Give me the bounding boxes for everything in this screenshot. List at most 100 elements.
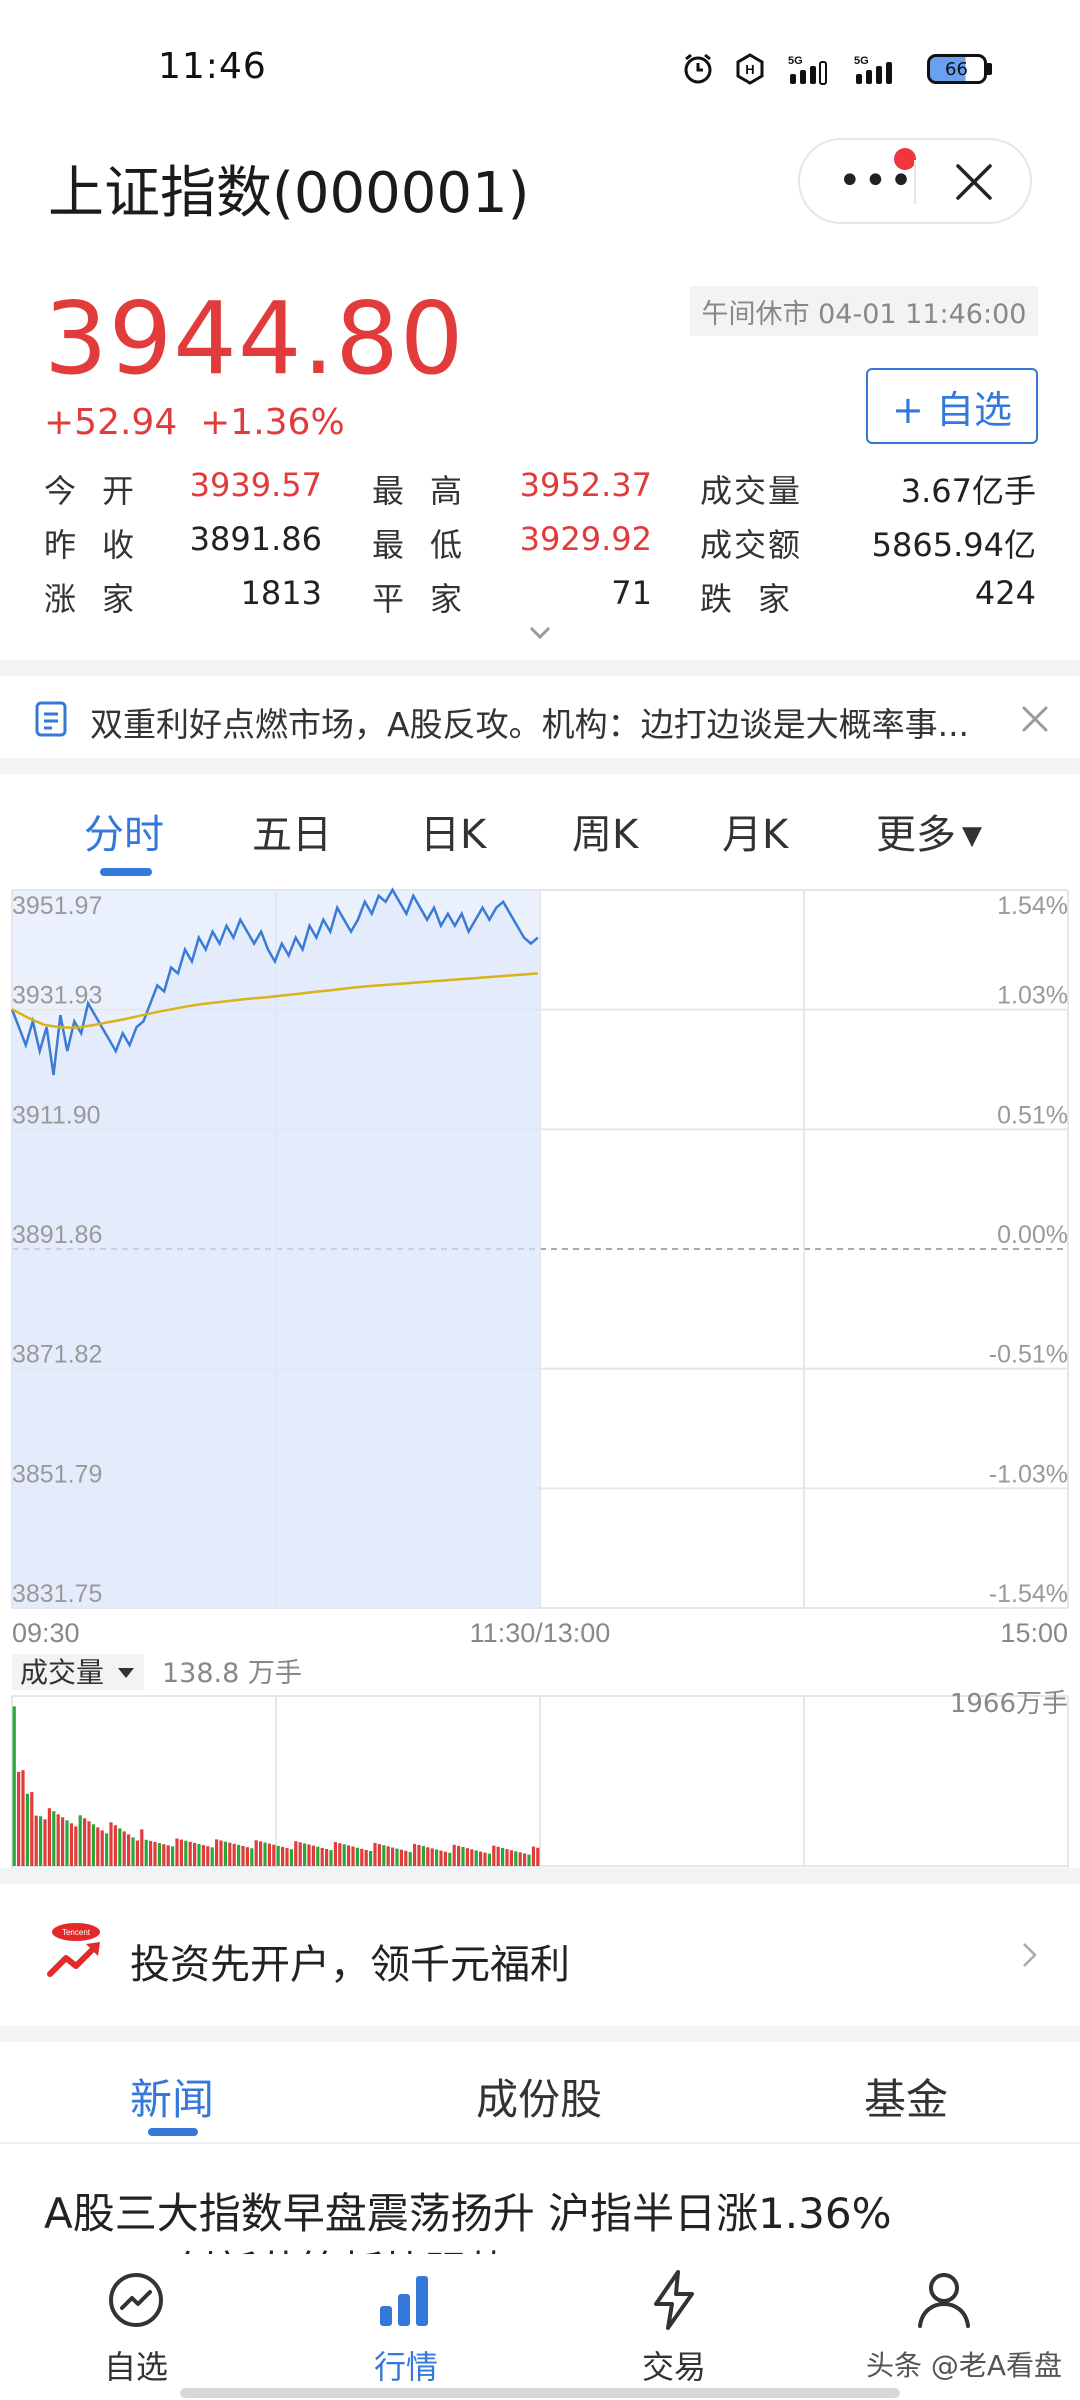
volume-bar bbox=[342, 1844, 346, 1866]
status-bar: 11:46 H 5G 5G 66 bbox=[0, 0, 1080, 130]
volume-bar bbox=[83, 1818, 87, 1866]
tab-monthly-k[interactable]: 月K bbox=[722, 802, 788, 860]
volume-bar bbox=[426, 1847, 430, 1866]
volume-bar bbox=[496, 1846, 500, 1866]
document-icon bbox=[34, 700, 68, 738]
volume-bar bbox=[175, 1838, 179, 1866]
volume-bar bbox=[285, 1848, 289, 1866]
volume-bar bbox=[56, 1814, 60, 1866]
change-percent: +1.36% bbox=[200, 402, 345, 443]
caret-down-icon: ▼ bbox=[962, 821, 982, 851]
volume-bar bbox=[501, 1848, 505, 1866]
volume-bar bbox=[21, 1770, 25, 1866]
battery-icon: 66 bbox=[924, 52, 994, 86]
bar-chart-icon[interactable] bbox=[374, 2268, 438, 2332]
tab-five-day[interactable]: 五日 bbox=[252, 802, 332, 860]
volume-bar bbox=[474, 1850, 478, 1866]
stat-label: 成交额 bbox=[700, 526, 803, 564]
volume-bar bbox=[113, 1825, 117, 1866]
volume-bar bbox=[386, 1846, 390, 1866]
price-axis-label: 3891.86 bbox=[12, 1221, 102, 1249]
signal-icon: 5G bbox=[786, 52, 840, 86]
volume-bar bbox=[443, 1851, 447, 1866]
volume-bar bbox=[338, 1843, 342, 1866]
tab-daily-k[interactable]: 日K bbox=[420, 802, 486, 860]
stat-label: 最低 bbox=[372, 526, 489, 564]
volume-bar bbox=[171, 1846, 175, 1866]
tab-news[interactable]: 新闻 bbox=[130, 2066, 214, 2127]
volume-bar bbox=[329, 1850, 333, 1866]
volume-bar bbox=[43, 1819, 47, 1866]
stat-label: 平家 bbox=[372, 580, 489, 618]
promo-text[interactable]: 投资先开户，领千元福利 bbox=[130, 1932, 570, 1990]
price-axis-label: 3951.97 bbox=[12, 892, 102, 920]
volume-bar bbox=[100, 1830, 104, 1866]
volume-bar bbox=[399, 1849, 403, 1866]
volume-bar bbox=[298, 1842, 302, 1866]
volume-bar bbox=[373, 1843, 377, 1866]
volume-bar bbox=[135, 1840, 139, 1866]
lightning-icon[interactable] bbox=[642, 2268, 706, 2332]
volume-bar bbox=[30, 1792, 34, 1866]
volume-bar bbox=[193, 1842, 197, 1866]
time-axis-label: 15:00 bbox=[1000, 1618, 1068, 1648]
volume-bar bbox=[492, 1845, 496, 1866]
volume-bar bbox=[131, 1837, 135, 1866]
signal-icon-2: 5G bbox=[852, 52, 912, 86]
nav-market[interactable]: 行情 bbox=[326, 2342, 486, 2388]
chevron-right-icon[interactable] bbox=[1018, 1940, 1042, 1970]
news-headline[interactable]: A股三大指数早盘震荡扬升 沪指半日涨1.36% bbox=[44, 2180, 892, 2241]
volume-bar bbox=[487, 1853, 491, 1866]
trend-circle-icon[interactable] bbox=[104, 2268, 168, 2332]
volume-bar bbox=[509, 1850, 513, 1866]
volume-bar bbox=[316, 1846, 320, 1866]
chevron-down-icon[interactable] bbox=[526, 618, 554, 646]
volume-bar bbox=[52, 1811, 56, 1866]
volume-bar bbox=[188, 1841, 192, 1866]
volume-bar bbox=[527, 1854, 531, 1866]
tab-more[interactable]: 更多 ▼ bbox=[876, 802, 982, 860]
volume-bar bbox=[479, 1851, 483, 1866]
add-watchlist-button[interactable]: + 自选 bbox=[866, 368, 1038, 444]
price-change: +52.94 +1.36% bbox=[44, 402, 345, 443]
volume-bar bbox=[369, 1851, 373, 1866]
tab-weekly-k[interactable]: 周K bbox=[572, 802, 638, 860]
volume-bar bbox=[259, 1841, 263, 1866]
volume-bar bbox=[421, 1846, 425, 1866]
capsule-divider bbox=[914, 160, 916, 204]
stat-label: 跌家 bbox=[700, 580, 817, 618]
user-icon[interactable] bbox=[912, 2268, 976, 2332]
stat-value: 3952.37 bbox=[519, 466, 652, 504]
volume-bar bbox=[461, 1847, 465, 1866]
volume-bar bbox=[470, 1849, 474, 1866]
tab-intraday[interactable]: 分时 bbox=[84, 802, 164, 860]
volume-bar bbox=[12, 1706, 16, 1866]
stat-label: 最高 bbox=[372, 472, 489, 510]
volume-bar bbox=[448, 1852, 452, 1866]
volume-bar bbox=[47, 1808, 51, 1866]
price-axis-label: 3931.93 bbox=[12, 982, 102, 1010]
percent-axis-label: -1.03% bbox=[989, 1460, 1068, 1488]
stat-value: 3929.92 bbox=[519, 520, 652, 558]
status-time: 11:46 bbox=[158, 46, 267, 87]
volume-bar bbox=[184, 1840, 188, 1866]
nav-trade[interactable]: 交易 bbox=[594, 2342, 754, 2388]
tencent-promo-icon: Tencent bbox=[44, 1922, 108, 1982]
nav-watchlist[interactable]: 自选 bbox=[56, 2342, 216, 2388]
time-axis-label: 09:30 bbox=[12, 1618, 80, 1648]
volume-bar bbox=[531, 1846, 535, 1866]
volume-bar bbox=[91, 1824, 95, 1866]
news-banner-text[interactable]: 双重利好点燃市场，A股反攻。机构：边打边谈是大概率事... bbox=[90, 698, 969, 746]
volume-bar bbox=[452, 1844, 456, 1866]
volume-bar bbox=[430, 1848, 434, 1866]
intraday-chart[interactable]: 3951.97 1.54% 3931.93 1.03% 3911.90 0.51% 3891… bbox=[0, 880, 1080, 1870]
tab-funds[interactable]: 基金 bbox=[864, 2066, 948, 2127]
current-price: 3944.80 bbox=[44, 280, 465, 397]
close-icon[interactable] bbox=[1020, 704, 1050, 734]
volume-bar bbox=[518, 1852, 522, 1866]
close-icon[interactable] bbox=[952, 160, 996, 204]
volume-bar bbox=[241, 1846, 245, 1866]
section-divider bbox=[0, 2026, 1080, 2042]
tab-constituents[interactable]: 成份股 bbox=[476, 2066, 602, 2127]
volume-bar bbox=[254, 1840, 258, 1866]
